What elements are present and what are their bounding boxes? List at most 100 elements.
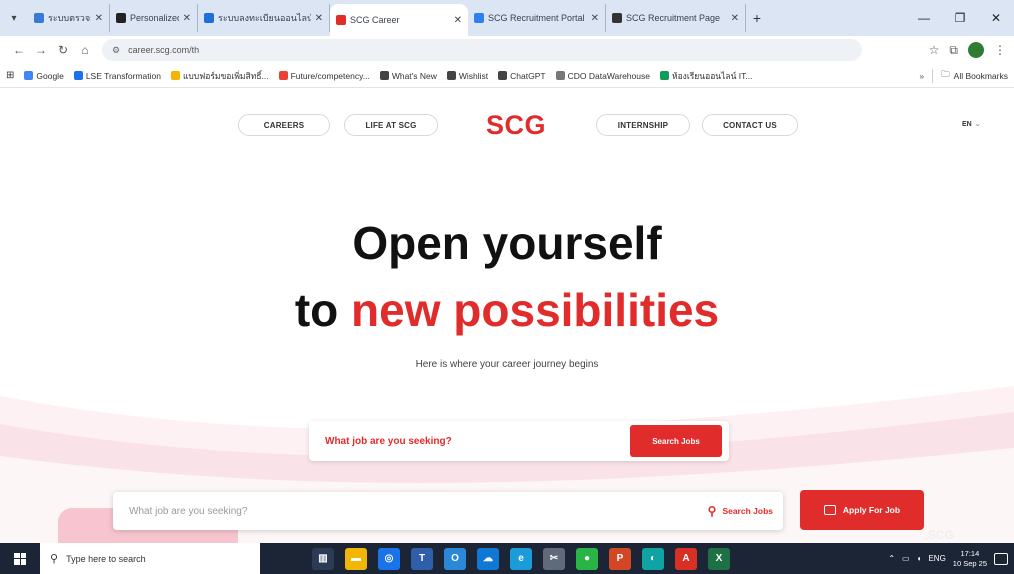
hero-title-prefix: to bbox=[294, 284, 339, 336]
web-page: CAREERS LIFE AT SCG SCG INTERNSHIP CONTA… bbox=[0, 88, 1014, 543]
forward-arrow-icon[interactable]: → bbox=[30, 43, 52, 57]
browser-tab[interactable]: ระบบลงทะเบียนออนไลน์ ✕ bbox=[198, 4, 330, 32]
close-tab-icon[interactable]: ✕ bbox=[454, 15, 462, 26]
close-tab-icon[interactable]: ✕ bbox=[731, 13, 739, 24]
browser-tab-active[interactable]: SCG Career ✕ bbox=[330, 4, 468, 36]
bookmark-label: ChatGPT bbox=[510, 70, 546, 81]
taskbar-search[interactable]: ⚲ Type here to search bbox=[40, 543, 260, 574]
chrome-icon[interactable]: ◎ bbox=[378, 547, 400, 570]
app-icon[interactable]: ◐ bbox=[642, 547, 664, 570]
profile-avatar[interactable] bbox=[968, 42, 984, 58]
file-explorer-icon[interactable]: ▬ bbox=[345, 547, 367, 570]
browser-tab[interactable]: SCG Recruitment Page ✕ bbox=[606, 4, 746, 32]
bookmark-item[interactable]: Future/competency... bbox=[278, 71, 370, 81]
tab-search-button[interactable]: ▾ bbox=[0, 4, 28, 32]
bookmark-item[interactable]: แบบฟอร์มขอเพิ่มสิทธิ์... bbox=[170, 69, 269, 83]
bookmark-label: LSE Transformation bbox=[85, 70, 161, 81]
powerpoint-icon[interactable]: P bbox=[609, 547, 631, 570]
apps-grid-icon[interactable]: ⊞ bbox=[6, 70, 14, 81]
tab-favicon-icon bbox=[474, 13, 484, 23]
apply-for-job-button[interactable]: Apply For Job bbox=[800, 490, 924, 530]
clock-date: 10 Sep 25 bbox=[952, 558, 987, 568]
close-tab-icon[interactable]: ✕ bbox=[315, 13, 323, 24]
browser-tab[interactable]: Personalized Lifelong ✕ bbox=[110, 4, 198, 32]
bookmark-star-icon[interactable]: ☆ bbox=[929, 43, 940, 57]
language-switcher[interactable]: EN ⌄ bbox=[962, 120, 981, 128]
job-search-box[interactable]: What job are you seeking? Search Jobs bbox=[309, 421, 729, 461]
bookmark-favicon-icon bbox=[278, 71, 288, 80]
browser-tab-strip: ▾ ระบบตรวจสอบข้อมูล ✕ Personalized Lifel… bbox=[0, 0, 1014, 36]
reload-icon[interactable]: ↻ bbox=[52, 43, 74, 57]
bookmark-item[interactable]: ห้องเรียนออนไลน์ IT... bbox=[659, 69, 752, 83]
bookmark-item[interactable]: ChatGPT bbox=[498, 70, 546, 81]
network-icon[interactable]: ▭ bbox=[902, 554, 910, 563]
tab-title: SCG Recruitment Portal bbox=[488, 13, 585, 23]
folder-icon: 🗀 bbox=[941, 68, 950, 79]
close-tab-icon[interactable]: ✕ bbox=[95, 13, 103, 24]
nav-careers[interactable]: CAREERS bbox=[238, 114, 330, 136]
close-tab-icon[interactable]: ✕ bbox=[591, 13, 599, 24]
volume-icon[interactable]: ◖ bbox=[917, 554, 922, 563]
hero-title-line1: Open yourself bbox=[352, 217, 662, 269]
bookmark-item[interactable]: Google bbox=[24, 71, 64, 81]
notifications-icon[interactable] bbox=[994, 552, 1008, 565]
nav-life-at-scg[interactable]: LIFE AT SCG bbox=[344, 114, 438, 136]
scg-logo[interactable]: SCG bbox=[486, 110, 546, 141]
language-label: EN bbox=[962, 121, 972, 128]
edge-icon[interactable]: e bbox=[510, 547, 532, 570]
clock[interactable]: 17:14 10 Sep 25 bbox=[953, 549, 987, 569]
browser-tab[interactable]: ระบบตรวจสอบข้อมูล ✕ bbox=[28, 4, 110, 32]
snipping-tool-icon[interactable]: ✂ bbox=[543, 547, 565, 570]
bookmark-item[interactable]: What's New bbox=[379, 71, 437, 81]
tab-title: ระบบตรวจสอบข้อมูล bbox=[48, 13, 91, 23]
minimize-icon[interactable]: — bbox=[906, 11, 942, 25]
bookmark-favicon-icon bbox=[379, 71, 389, 80]
bookmarks-overflow-button[interactable]: » bbox=[919, 71, 924, 81]
excel-icon[interactable]: X bbox=[708, 547, 730, 570]
all-bookmarks-button[interactable]: 🗀 All Bookmarks bbox=[932, 68, 1008, 83]
site-info-icon[interactable]: ⚙ bbox=[112, 45, 120, 56]
start-button[interactable] bbox=[0, 543, 40, 574]
acrobat-icon[interactable]: A bbox=[675, 547, 697, 570]
sticky-search-input[interactable]: What job are you seeking? bbox=[129, 506, 708, 517]
browser-toolbar: ← → ↻ ⌂ ⚙ career.scg.com/th ☆ ⧉ ⋮ bbox=[0, 36, 1014, 64]
close-window-icon[interactable]: ✕ bbox=[978, 11, 1014, 25]
sticky-search-jobs-link[interactable]: ⚲ Search Jobs bbox=[708, 504, 773, 518]
search-icon: ⚲ bbox=[50, 553, 59, 565]
search-jobs-button[interactable]: Search Jobs bbox=[630, 425, 722, 457]
windows-taskbar: ⚲ Type here to search ▥ ▬ ◎ T O ☁ e ✂ ● … bbox=[0, 543, 1014, 574]
line-app-icon[interactable]: ● bbox=[576, 547, 598, 570]
faint-logo: SCG bbox=[928, 528, 955, 542]
outlook-icon[interactable]: O bbox=[444, 547, 466, 570]
tab-title: ระบบลงทะเบียนออนไลน์ bbox=[218, 13, 311, 23]
nav-internship[interactable]: INTERNSHIP bbox=[596, 114, 690, 136]
input-language[interactable]: ENG bbox=[928, 554, 945, 563]
teams-icon[interactable]: T bbox=[411, 547, 433, 570]
sticky-search-bar[interactable]: What job are you seeking? ⚲ Search Jobs bbox=[113, 492, 783, 530]
system-tray: ⌃ ▭ ◖ ENG 17:14 10 Sep 25 bbox=[888, 549, 1014, 569]
new-tab-button[interactable]: + bbox=[746, 10, 768, 26]
nav-contact-us[interactable]: CONTACT US bbox=[702, 114, 798, 136]
close-tab-icon[interactable]: ✕ bbox=[183, 13, 191, 24]
tray-overflow-icon[interactable]: ⌃ bbox=[888, 554, 895, 563]
back-arrow-icon[interactable]: ← bbox=[8, 43, 30, 57]
job-search-input[interactable]: What job are you seeking? bbox=[325, 436, 630, 447]
search-icon: ⚲ bbox=[707, 504, 717, 518]
bookmark-item[interactable]: CDO DataWarehouse bbox=[555, 70, 650, 81]
home-icon[interactable]: ⌂ bbox=[74, 43, 96, 57]
hero-title-highlight: new possibilities bbox=[351, 284, 720, 336]
bookmark-favicon-icon bbox=[24, 71, 34, 80]
extensions-icon[interactable]: ⧉ bbox=[949, 43, 958, 58]
bookmark-label: CDO DataWarehouse bbox=[567, 70, 650, 81]
address-bar[interactable]: ⚙ career.scg.com/th bbox=[102, 39, 862, 61]
bookmark-item[interactable]: LSE Transformation bbox=[73, 70, 161, 81]
bookmark-item[interactable]: Wishlist bbox=[446, 71, 488, 81]
task-view-icon[interactable]: ▥ bbox=[312, 547, 334, 570]
clock-time: 17:14 bbox=[960, 548, 980, 558]
browser-tab[interactable]: SCG Recruitment Portal ✕ bbox=[468, 4, 606, 32]
menu-dots-icon[interactable]: ⋮ bbox=[994, 43, 1006, 57]
bookmark-favicon-icon bbox=[170, 71, 180, 80]
restore-icon[interactable]: ❐ bbox=[942, 11, 978, 25]
taskbar-search-placeholder: Type here to search bbox=[66, 553, 146, 564]
onedrive-icon[interactable]: ☁ bbox=[477, 547, 499, 570]
